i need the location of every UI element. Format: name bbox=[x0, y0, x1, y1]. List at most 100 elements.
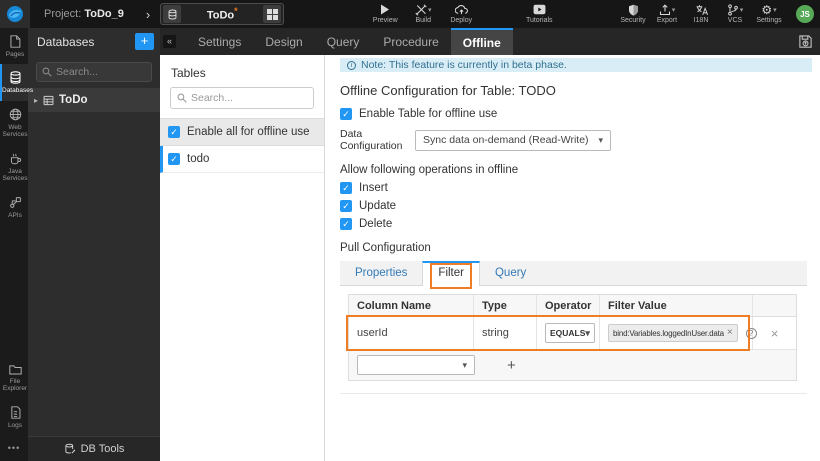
operation-delete-row[interactable]: Delete bbox=[340, 218, 812, 230]
preview-button[interactable]: Preview bbox=[370, 0, 400, 28]
pull-tab-properties[interactable]: Properties bbox=[340, 261, 422, 285]
gear-icon: ⚙ bbox=[761, 3, 773, 17]
filter-value-chip[interactable]: bind:Variables.loggedInUser.data bbox=[608, 324, 738, 342]
api-icon bbox=[9, 196, 21, 208]
user-avatar[interactable]: JS bbox=[796, 5, 814, 23]
cell-operator: EQUALS bbox=[537, 317, 600, 349]
databases-panel-title: Databases bbox=[37, 34, 95, 49]
tab-procedure[interactable]: Procedure bbox=[371, 28, 450, 55]
operation-update-row[interactable]: Update bbox=[340, 200, 812, 212]
cell-type: string bbox=[474, 317, 537, 349]
tab-offline[interactable]: Offline bbox=[450, 28, 513, 55]
top-bar: Project: ToDo_9 › ToDo* Preview ▾ Build bbox=[0, 0, 820, 28]
databases-icon bbox=[10, 71, 20, 85]
export-button[interactable]: ▾ Export bbox=[652, 0, 682, 28]
export-icon bbox=[659, 4, 670, 16]
sidebar-item-file-explorer[interactable]: File Explorer bbox=[0, 357, 28, 399]
database-icon bbox=[43, 95, 54, 105]
operator-select[interactable]: EQUALS bbox=[545, 323, 595, 343]
tab-design[interactable]: Design bbox=[253, 28, 314, 55]
enable-all-offline-row[interactable]: Enable all for offline use bbox=[160, 118, 324, 146]
sidebar-item-logs[interactable]: Logs bbox=[0, 399, 28, 435]
settings-button[interactable]: ⚙ ▾ Settings bbox=[754, 0, 784, 28]
video-icon bbox=[533, 4, 546, 15]
translate-icon bbox=[696, 5, 708, 16]
wavemaker-logo[interactable] bbox=[0, 0, 30, 28]
add-database-button[interactable]: + bbox=[135, 33, 154, 50]
vcs-button[interactable]: ▾ VCS bbox=[720, 0, 750, 28]
pull-tabs: Properties Filter Query bbox=[340, 261, 807, 289]
topbar-right-actions: Security ▾ Export I18N ▾ VCS ⚙ ▾ Setting… bbox=[618, 0, 820, 28]
cell-filter-value: bind:Variables.loggedInUser.data bbox=[600, 317, 757, 349]
clear-value-icon[interactable] bbox=[727, 328, 733, 338]
db-tools-button[interactable]: DB Tools bbox=[28, 436, 160, 461]
grid-icon bbox=[266, 8, 278, 20]
sidebar-item-databases[interactable]: Databases bbox=[0, 64, 33, 101]
sidebar-item-apis[interactable]: APIs bbox=[0, 189, 28, 225]
todo-table-checkbox[interactable] bbox=[168, 153, 180, 165]
search-icon bbox=[42, 67, 52, 77]
editor-tab-bar: « Settings Design Query Procedure Offlin… bbox=[160, 28, 820, 55]
db-tools-icon bbox=[64, 443, 75, 454]
new-column-select[interactable] bbox=[357, 355, 475, 375]
build-tools-icon bbox=[415, 4, 427, 16]
pull-tab-query[interactable]: Query bbox=[480, 261, 541, 285]
caret-down-icon: ▾ bbox=[739, 7, 744, 14]
left-nav-rail: Pages Databases Web Services Java Servic… bbox=[0, 28, 33, 461]
app-tab-name: ToDo* bbox=[206, 6, 238, 22]
enable-table-offline-row[interactable]: Enable Table for offline use bbox=[340, 108, 812, 120]
update-checkbox[interactable] bbox=[340, 200, 352, 212]
logs-icon bbox=[10, 405, 20, 419]
tables-panel-title: Tables bbox=[171, 66, 206, 80]
insert-checkbox[interactable] bbox=[340, 182, 352, 194]
collapse-panel-button[interactable]: « bbox=[163, 35, 176, 48]
more-menu-button[interactable]: ••• bbox=[0, 435, 28, 461]
enable-table-checkbox[interactable] bbox=[340, 108, 352, 120]
caret-down-icon bbox=[598, 134, 603, 146]
app-switcher-button[interactable] bbox=[263, 5, 282, 23]
build-button[interactable]: ▾ Build bbox=[408, 0, 438, 28]
add-filter-row-button[interactable] bbox=[507, 358, 516, 373]
operations-label: Allow following operations in offline bbox=[340, 164, 519, 176]
enable-all-checkbox[interactable] bbox=[168, 126, 180, 138]
table-row-todo[interactable]: todo bbox=[160, 146, 324, 173]
sidebar-item-web-services[interactable]: Web Services bbox=[0, 101, 28, 145]
chevron-right-icon: › bbox=[145, 6, 151, 22]
branch-icon bbox=[727, 4, 738, 16]
header-operator: Operator bbox=[537, 295, 600, 316]
beta-note-bar: i Note: This feature is currently in bet… bbox=[340, 58, 812, 72]
databases-search-input[interactable] bbox=[56, 66, 146, 78]
filter-table: Column Name Type Operator Filter Value u… bbox=[346, 294, 797, 381]
filter-table-footer bbox=[349, 350, 796, 380]
tab-settings[interactable]: Settings bbox=[186, 28, 253, 55]
i18n-button[interactable]: I18N bbox=[686, 0, 716, 28]
tutorials-button[interactable]: Tutorials bbox=[524, 0, 554, 28]
sidebar-item-pages[interactable]: Pages bbox=[0, 28, 28, 64]
delete-checkbox[interactable] bbox=[340, 218, 352, 230]
filter-table-row: userId string EQUALS bind:Variables.logg… bbox=[346, 315, 796, 351]
tables-search-input[interactable] bbox=[191, 92, 301, 104]
deploy-button[interactable]: Deploy bbox=[446, 0, 476, 28]
filter-tab-body: Column Name Type Operator Filter Value u… bbox=[340, 286, 807, 393]
header-column-name: Column Name bbox=[349, 295, 474, 316]
folder-icon bbox=[8, 364, 22, 375]
app-tab-todo[interactable]: ToDo* bbox=[160, 3, 285, 25]
remove-filter-row-button[interactable] bbox=[771, 326, 779, 341]
header-filter-value: Filter Value bbox=[600, 295, 753, 316]
pages-icon bbox=[10, 35, 21, 48]
unsaved-marker: * bbox=[234, 6, 238, 17]
play-icon bbox=[381, 4, 390, 15]
filter-table-header: Column Name Type Operator Filter Value bbox=[349, 295, 796, 317]
pull-tab-filter[interactable]: Filter bbox=[422, 261, 480, 289]
coffee-icon bbox=[10, 153, 21, 165]
data-configuration-select[interactable]: Sync data on-demand (Read-Write) bbox=[415, 129, 611, 151]
save-icon[interactable] bbox=[798, 34, 813, 49]
database-item-todo[interactable]: ▸ ToDo bbox=[28, 88, 160, 112]
tables-panel: Tables Enable all for offline use todo bbox=[160, 55, 325, 461]
tables-search-box bbox=[170, 87, 314, 109]
expand-arrow-icon[interactable]: ▸ bbox=[34, 96, 38, 105]
sidebar-item-java-services[interactable]: Java Services bbox=[0, 145, 28, 189]
tab-query[interactable]: Query bbox=[315, 28, 372, 55]
security-button[interactable]: Security bbox=[618, 0, 648, 28]
operation-insert-row[interactable]: Insert bbox=[340, 182, 812, 194]
